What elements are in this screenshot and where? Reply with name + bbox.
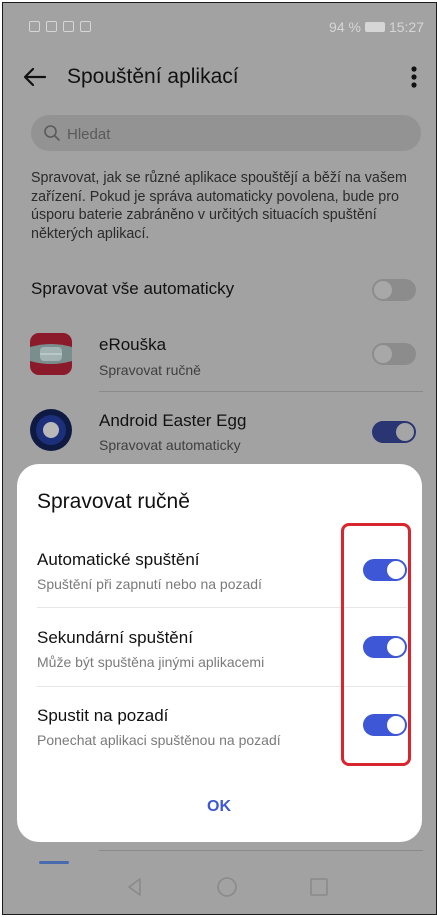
ok-button[interactable]: OK: [167, 790, 271, 824]
clock: 15:27: [388, 19, 424, 35]
battery-percent: 94 %: [329, 19, 361, 35]
search-icon: [44, 125, 60, 141]
secondary-launch-description: Může být spuštěna jinými aplikacemi: [37, 654, 265, 670]
toggles-highlight-box: [341, 523, 411, 766]
auto-launch-label: Automatické spuštění: [37, 550, 200, 569]
description-text: Spravovat, jak se různé aplikace spouště…: [31, 170, 407, 242]
more-vertical-icon[interactable]: [402, 61, 426, 93]
navigation-bar: [3, 863, 436, 913]
divider: [99, 850, 423, 851]
dialog-title: Spravovat ručně: [37, 490, 190, 513]
phone-screen: 94 % 15:27 Spouštění aplikací Spravovat,…: [2, 2, 437, 915]
app-bar: Spouštění aplikací: [3, 47, 436, 111]
android-easter-egg-app-icon: [30, 409, 72, 451]
status-right: 94 % 15:27: [329, 19, 424, 35]
search-bar[interactable]: [31, 115, 421, 153]
auto-launch-description: Spuštění při zapnutí nebo na pozadí: [37, 576, 262, 592]
recents-square-icon[interactable]: [307, 875, 331, 899]
notification-icon: [29, 21, 40, 32]
manage-all-label: Spravovat vše automaticky: [31, 279, 235, 298]
app-status: Spravovat ručně: [99, 362, 201, 378]
bluetooth-icon: [80, 21, 91, 32]
arrow-left-icon[interactable]: [19, 61, 51, 93]
erouska-app-icon: [30, 333, 72, 375]
app-status: Spravovat automaticky: [99, 437, 241, 453]
run-in-background-label: Spustit na pozadí: [37, 706, 169, 725]
home-circle-icon[interactable]: [215, 875, 239, 899]
app-name: eRouška: [99, 335, 167, 354]
wifi-icon: [46, 21, 57, 32]
manage-manually-dialog: Spravovat ručně Automatické spuštění Spu…: [17, 464, 422, 842]
status-icons: [29, 21, 91, 32]
back-triangle-icon[interactable]: [123, 875, 147, 899]
divider: [99, 391, 423, 392]
nfc-icon: [63, 21, 74, 32]
search-input[interactable]: [65, 115, 409, 153]
battery-icon: [364, 22, 385, 32]
erouska-toggle[interactable]: [372, 343, 416, 365]
page-title: Spouštění aplikací: [67, 65, 239, 88]
android-easter-egg-toggle[interactable]: [372, 421, 416, 443]
app-name: Android Easter Egg: [99, 411, 247, 430]
run-in-background-description: Ponechat aplikaci spuštěnou na pozadí: [37, 732, 281, 748]
manage-all-toggle[interactable]: [372, 279, 416, 301]
secondary-launch-label: Sekundární spuštění: [37, 628, 193, 647]
status-bar: 94 % 15:27: [3, 3, 436, 47]
